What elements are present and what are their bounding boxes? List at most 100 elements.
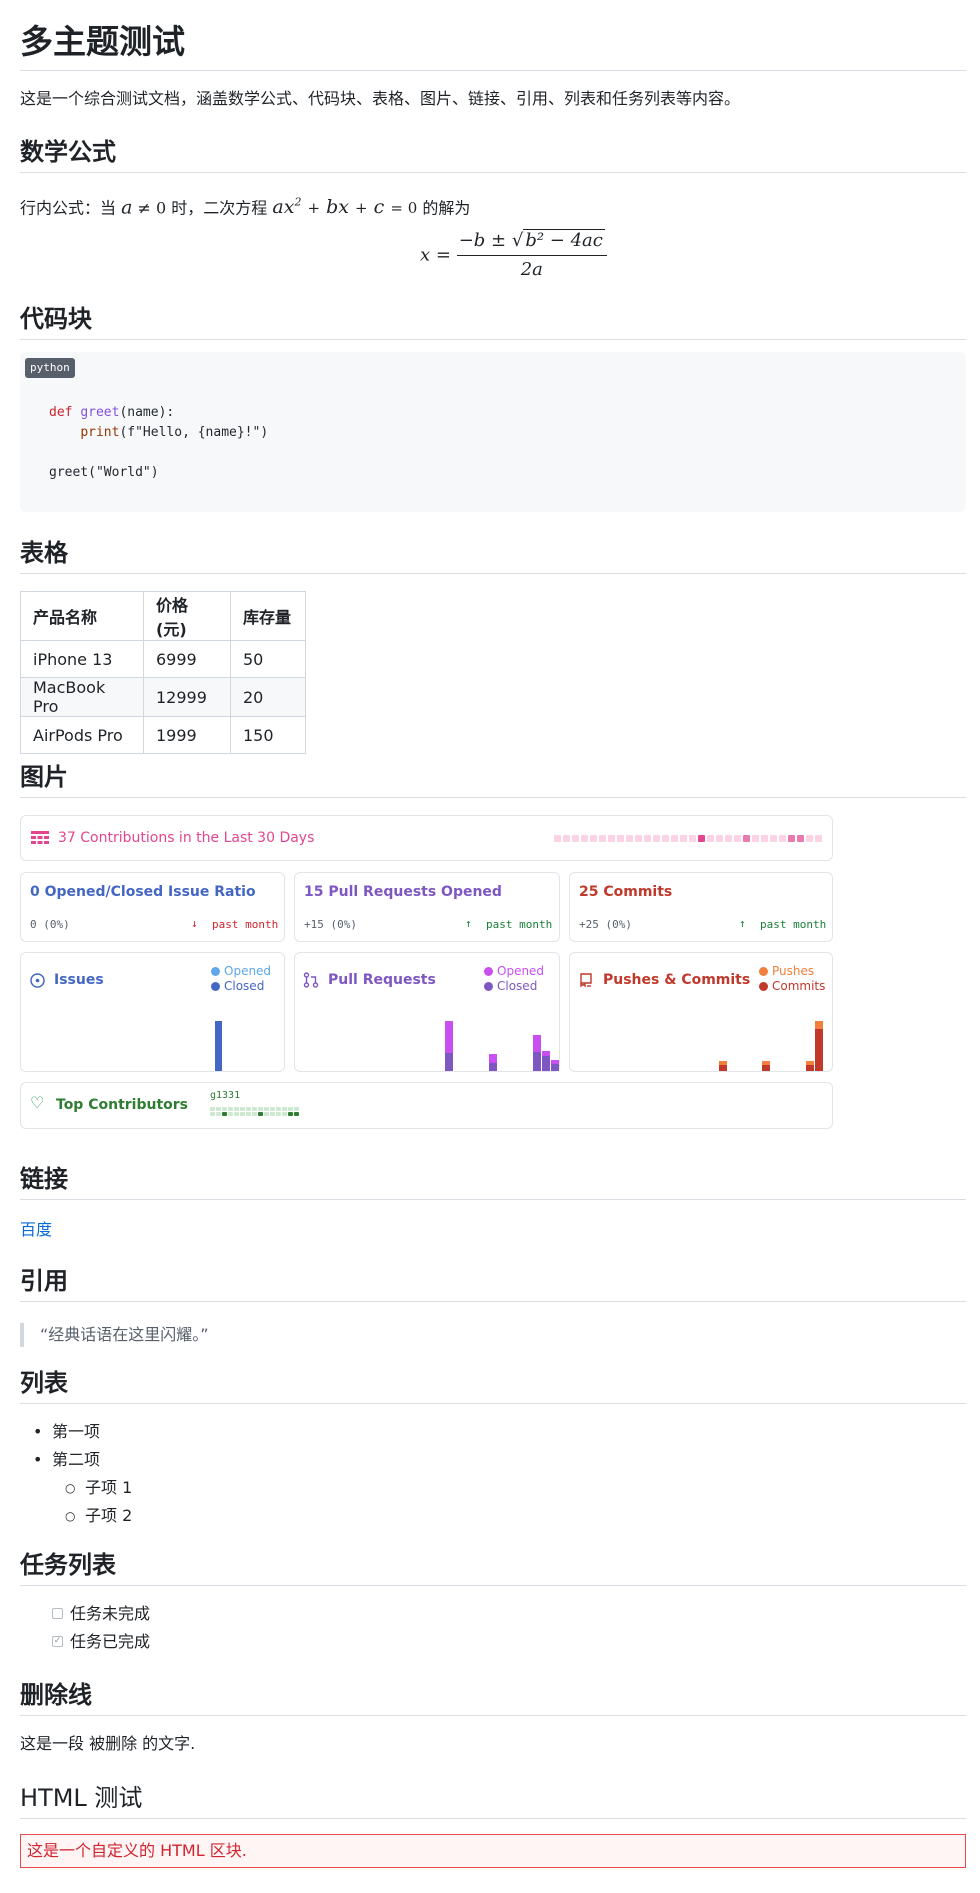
blockquote-text: “经典话语在这里闪耀。”: [40, 1325, 209, 1344]
heading-tasks: 任务列表: [20, 1551, 116, 1579]
contributor-day-square: [276, 1112, 281, 1116]
pr-closed-bar: [551, 1064, 559, 1071]
formula-sqrt: b² − 4ac: [523, 229, 605, 251]
contribution-day-square: [716, 835, 723, 842]
issue-ratio-title: 0 Opened/Closed Issue Ratio: [30, 884, 256, 900]
contributor-day-square: [264, 1112, 269, 1116]
table-cell: 150: [230, 716, 306, 754]
legend-opened: Opened: [211, 964, 271, 979]
repo-push-icon: [580, 973, 592, 988]
divider: [20, 797, 966, 798]
contribution-day-square: [617, 835, 624, 842]
top-contributors-title: Top Contributors: [56, 1097, 188, 1113]
contribution-day-square: [554, 835, 561, 842]
contributor-day-square: [288, 1107, 293, 1111]
issues-chart-card: Issues Opened Closed: [20, 952, 285, 1072]
issues-card-title: Issues: [54, 972, 104, 988]
divider: [20, 172, 966, 173]
pr-opened-bar: [445, 1021, 453, 1053]
math-var-a: a: [121, 196, 133, 219]
formula-lhs: x =: [420, 244, 451, 266]
contribution-day-square: [626, 835, 633, 842]
task-label: 任务未完成: [70, 1604, 151, 1623]
contributor-day-square: [246, 1107, 251, 1111]
contributor-day-square: [222, 1107, 227, 1111]
prs-opened-card: 15 Pull Requests Opened +15 (0%) ↑ past …: [294, 872, 560, 942]
blockquote-bar: [20, 1323, 24, 1347]
pull-request-icon: [303, 972, 319, 988]
contributor-day-square: [228, 1112, 233, 1116]
contributor-day-square: [228, 1107, 233, 1111]
bullet-disc-icon: •: [33, 1450, 43, 1469]
contributor-day-square: [216, 1112, 221, 1116]
contribution-day-square: [563, 835, 570, 842]
contributor-day-square: [282, 1107, 287, 1111]
legend-closed: Closed: [211, 979, 264, 994]
inline-prefix: 行内公式：当: [20, 198, 117, 218]
commits-stat: +25 (0%): [579, 918, 632, 931]
contribution-day-square: [806, 835, 813, 842]
table-header: 库存量: [230, 591, 306, 641]
code-language-badge: python: [25, 358, 75, 378]
pr-opened-bar: [533, 1035, 541, 1052]
list-item: 第二项: [52, 1450, 101, 1469]
table-cell: 50: [230, 640, 306, 678]
contributor-day-square: [294, 1112, 299, 1116]
pushes-commits-chart-card: Pushes & Commits Pushes Commits: [569, 952, 833, 1072]
contribution-day-square: [734, 835, 741, 842]
table-cell: 1999: [143, 716, 231, 754]
contributor-day-square: [294, 1107, 299, 1111]
contribution-day-square: [725, 835, 732, 842]
custom-html-block: 这是一个自定义的 HTML 区块.: [20, 1834, 966, 1868]
task-checkbox-checked[interactable]: ✓: [52, 1636, 63, 1647]
contribution-day-square: [608, 835, 615, 842]
contributions-title: 37 Contributions in the Last 30 Days: [58, 830, 315, 846]
commits-bar: [815, 1029, 823, 1071]
code-line-1: def greet(name):: [49, 405, 175, 420]
contributor-day-square: [282, 1112, 287, 1116]
contribution-day-square: [662, 835, 669, 842]
contribution-day-square: [743, 835, 750, 842]
code-line-3: greet("World"): [49, 465, 159, 480]
contributor-day-square: [216, 1107, 221, 1111]
divider: [20, 573, 966, 574]
heading-table: 表格: [20, 539, 68, 567]
contributor-day-square: [276, 1107, 281, 1111]
inline-suffix: 的解为: [422, 198, 471, 218]
divider: [20, 70, 966, 71]
bullet-circle-icon: ○: [65, 1509, 76, 1523]
sub-list-item: 子项 1: [85, 1478, 133, 1497]
heading-strikethrough: 删除线: [20, 1681, 92, 1709]
contributor-day-square: [234, 1112, 239, 1116]
formula-denominator: 2a: [520, 259, 543, 280]
code-line-2: print(f"Hello, {name}!"): [80, 425, 269, 440]
heading-html-test: HTML 测试: [20, 1784, 143, 1812]
contributor-day-square: [270, 1112, 275, 1116]
table-cell: 20: [230, 677, 306, 717]
page-title: 多主题测试: [20, 22, 185, 61]
commits-bar: [719, 1065, 727, 1071]
inline-mid: 时，二次方程: [171, 198, 268, 218]
display-formula: x = −b ± √ b² − 4ac 2a: [420, 229, 607, 282]
issues-bar: [215, 1021, 222, 1071]
contribution-day-square: [689, 835, 696, 842]
link-baidu[interactable]: 百度: [20, 1218, 52, 1242]
table-header: 产品名称: [20, 591, 144, 641]
contribution-day-square: [707, 835, 714, 842]
heading-code: 代码块: [20, 305, 92, 333]
contributor-day-square: [222, 1112, 227, 1116]
contribution-day-square: [815, 835, 822, 842]
issue-ratio-stat: 0 (0%): [30, 918, 70, 931]
formula-fraction: −b ± √ b² − 4ac 2a: [456, 229, 607, 282]
product-table: 产品名称 价格(元) 库存量 iPhone 13 6999 50 MacBook…: [20, 591, 306, 754]
sub-list-item: 子项 2: [85, 1506, 133, 1525]
commits-title: 25 Commits: [579, 884, 673, 900]
strikethrough-paragraph: 这是一段 被删除 的文字.: [20, 1734, 196, 1753]
table-header-row: 产品名称 价格(元) 库存量: [20, 591, 306, 641]
contribution-day-square: [779, 835, 786, 842]
contribution-day-square: [752, 835, 759, 842]
bullet-disc-icon: •: [33, 1422, 43, 1441]
heading-links: 链接: [20, 1165, 68, 1193]
contributor-day-square: [270, 1107, 275, 1111]
task-checkbox-unchecked[interactable]: [52, 1608, 63, 1619]
